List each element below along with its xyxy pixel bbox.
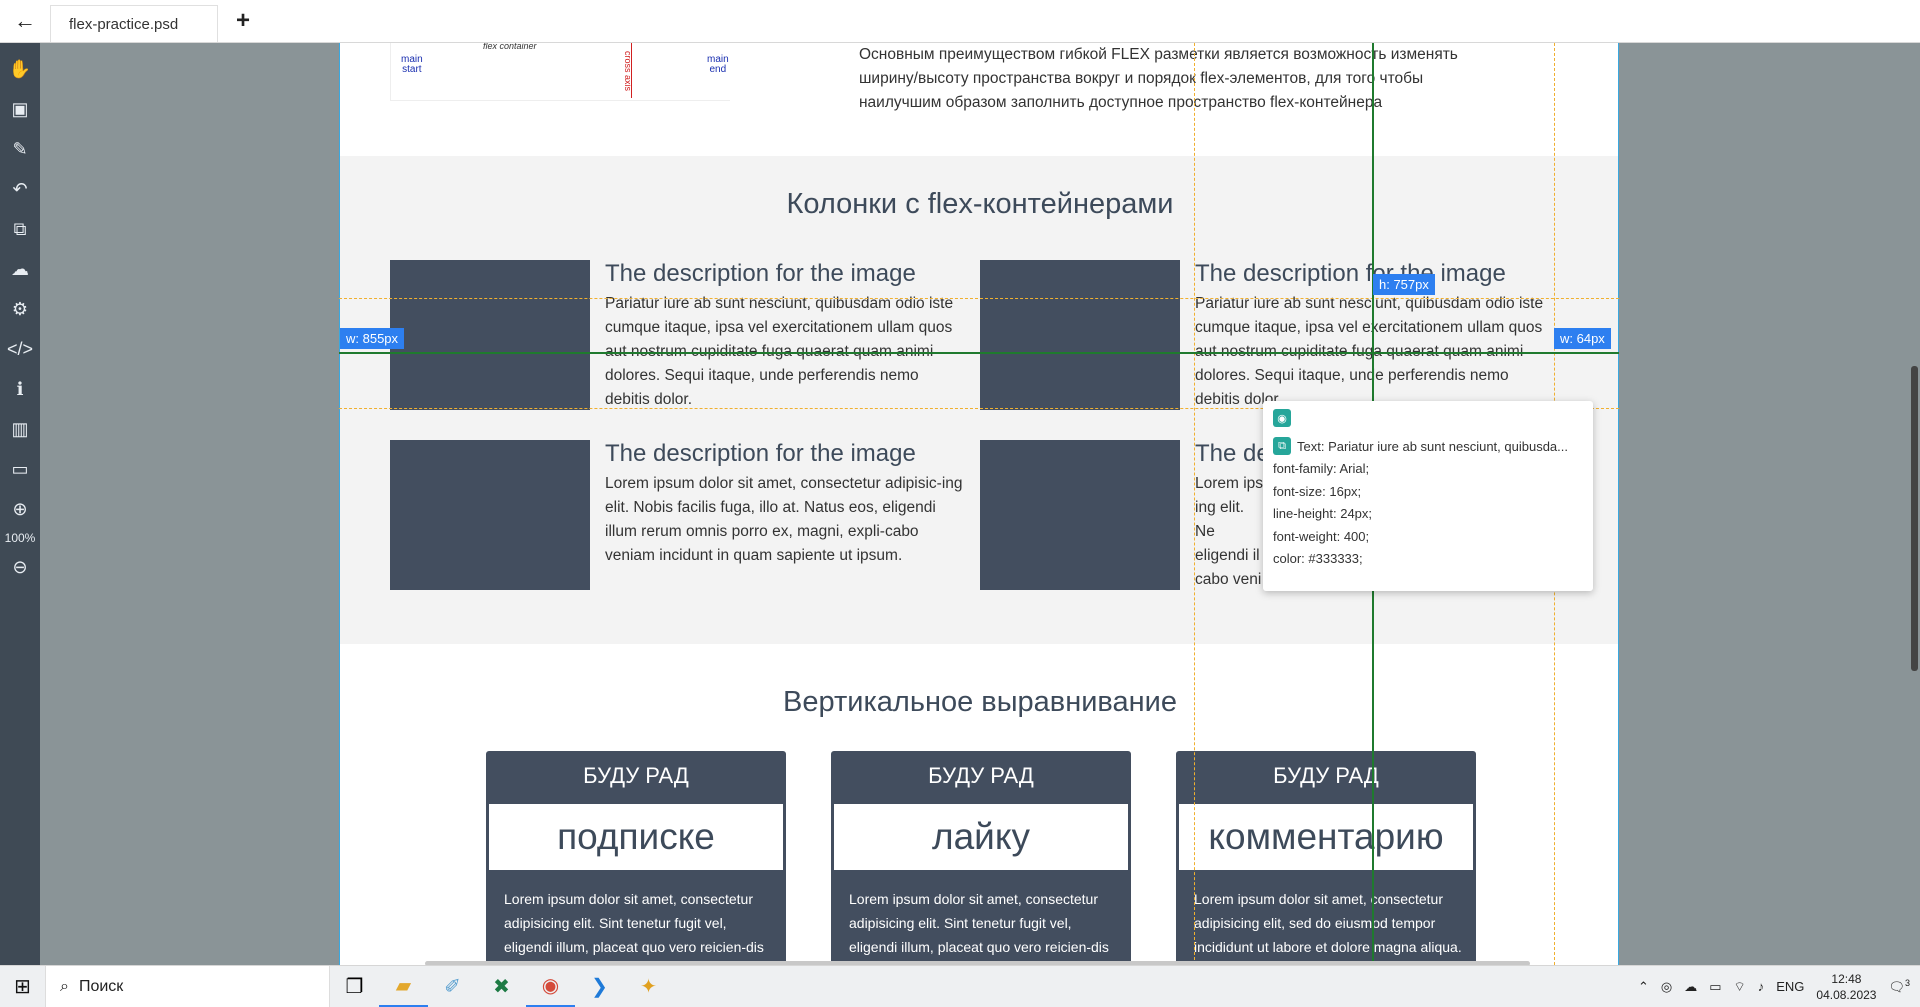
time: 12:48 bbox=[1831, 971, 1862, 986]
box-big-text: лайку bbox=[833, 803, 1129, 871]
cross-axis-label: cross axis bbox=[623, 51, 633, 92]
windows-taskbar: ⊞ ⌕ Поиск ❐ ▰ ✐ ✖ ◉ ❯ ✦ ⌃ ◎ ☁ ▭ ⌔ ♪ ENG … bbox=[0, 965, 1920, 1007]
card-image bbox=[390, 440, 590, 590]
promo-box: БУДУ РАД подписке Lorem ipsum dolor sit … bbox=[486, 751, 786, 965]
card-image bbox=[390, 260, 590, 410]
excel-icon[interactable]: ✖ bbox=[477, 966, 526, 1007]
card-text: Lorem ips ing elit. Ne eligendi il cabo … bbox=[1195, 475, 1264, 588]
box-body: Lorem ipsum dolor sit amet, consectetur … bbox=[504, 891, 764, 965]
back-arrow-icon[interactable]: ← bbox=[0, 0, 50, 42]
intro-section: main start flex container cross axis mai… bbox=[340, 43, 1618, 156]
task-view-icon[interactable]: ❐ bbox=[330, 966, 379, 1007]
money-icon[interactable]: ▭ bbox=[0, 449, 40, 489]
network-icon[interactable]: ◎ bbox=[1661, 979, 1672, 995]
box-head: БУДУ РАД bbox=[583, 763, 689, 788]
transform-icon[interactable]: ⧉ bbox=[0, 209, 40, 249]
artboard-icon[interactable]: ▣ bbox=[0, 89, 40, 129]
left-toolbar: ✋ ▣ ✎ ↶ ⧉ ☁ ⚙ </> ℹ ▥ ▭ ⊕ 100% ⊖ bbox=[0, 43, 40, 965]
wifi-icon[interactable]: ⌔ bbox=[1734, 979, 1746, 995]
main-start-label: main start bbox=[401, 54, 423, 75]
language-indicator[interactable]: ENG bbox=[1776, 979, 1804, 994]
zoom-level: 100% bbox=[4, 531, 36, 545]
card-title: The de bbox=[1195, 440, 1270, 467]
intro-text: Основным преимуществом гибкой FLEX разме… bbox=[859, 46, 1458, 111]
css-prop-line: font-family: Arial; bbox=[1273, 461, 1370, 476]
guide-line-horizontal bbox=[339, 298, 1619, 299]
box-big-text: подписке bbox=[488, 803, 784, 871]
card-image bbox=[980, 440, 1180, 590]
cross-axis: cross axis bbox=[623, 43, 639, 101]
css-prop-line: font-weight: 400; bbox=[1273, 528, 1370, 544]
volume-icon[interactable]: ♪ bbox=[1758, 979, 1765, 994]
taskbar-search[interactable]: ⌕ Поиск bbox=[45, 965, 330, 1007]
code-icon[interactable]: </> bbox=[0, 329, 40, 369]
card-title: The description for the image bbox=[605, 260, 916, 287]
clock[interactable]: 12:48 04.08.2023 bbox=[1816, 971, 1876, 1003]
undo-icon[interactable]: ↶ bbox=[0, 169, 40, 209]
windows-start-icon[interactable]: ⊞ bbox=[0, 966, 45, 1007]
box-head: БУДУ РАД bbox=[928, 763, 1034, 788]
flex-container-label: flex container bbox=[483, 43, 537, 51]
copy-icon[interactable]: ⧉ bbox=[1273, 437, 1291, 455]
tab-bar: ← flex-practice.psd + bbox=[0, 0, 1920, 43]
box-body: Lorem ipsum dolor sit amet, consectetur … bbox=[1194, 891, 1462, 965]
card: The description for the image Pariatur i… bbox=[980, 260, 1543, 410]
paint-icon[interactable]: ✐ bbox=[428, 966, 477, 1007]
css-prop-line: font-size: 16px; bbox=[1273, 483, 1362, 499]
card: The description for the image Pariatur i… bbox=[390, 260, 953, 410]
card-image bbox=[980, 260, 1180, 410]
css-prop-line: line-height: 24px; bbox=[1273, 506, 1373, 521]
columns-title: Колонки с flex-контейнерами bbox=[786, 188, 1174, 220]
style-inspector-tooltip: ◉ ⧉ Text: Pariatur iure ab sunt nesciunt… bbox=[1263, 401, 1593, 591]
chrome-icon[interactable]: ◉ bbox=[526, 966, 575, 1007]
vscode-icon[interactable]: ❯ bbox=[575, 966, 624, 1007]
notification-count: 3 bbox=[1904, 977, 1910, 988]
visibility-icon[interactable]: ◉ bbox=[1273, 409, 1291, 427]
box-head: БУДУ РАД bbox=[1273, 763, 1379, 788]
promo-box: БУДУ РАД комментарию Lorem ipsum dolor s… bbox=[1176, 751, 1476, 965]
css-prop-line: color: #333333; bbox=[1273, 551, 1363, 566]
system-tray: ⌃ ◎ ☁ ▭ ⌔ ♪ ENG 12:48 04.08.2023 🗨3 bbox=[1638, 971, 1920, 1003]
card-text: Lorem ipsum dolor sit amet, consectetur … bbox=[605, 475, 963, 564]
hand-icon[interactable]: ✋ bbox=[0, 49, 40, 89]
width-measure-left: w: 855px bbox=[340, 328, 405, 349]
vertical-title: Вертикальное выравнивание bbox=[783, 686, 1177, 718]
main-end-label: main end bbox=[707, 54, 729, 75]
card: The description for the image Lorem ipsu… bbox=[390, 440, 963, 590]
card-title: The description for the image bbox=[605, 440, 916, 467]
vertical-scrollbar[interactable] bbox=[1911, 366, 1918, 671]
eyedropper-icon[interactable]: ✎ bbox=[0, 129, 40, 169]
vertical-section: Вертикальное выравнивание БУДУ РАД подпи… bbox=[340, 644, 1618, 965]
measure-line-horizontal bbox=[339, 352, 1619, 354]
flex-diagram: main start flex container cross axis mai… bbox=[390, 43, 730, 101]
new-tab-plus-icon[interactable]: + bbox=[218, 0, 268, 42]
gear-icon[interactable]: ⚙ bbox=[0, 289, 40, 329]
search-icon: ⌕ bbox=[60, 977, 69, 995]
tool-icon[interactable]: ✦ bbox=[624, 966, 673, 1007]
guide-line-vertical bbox=[1194, 43, 1195, 965]
date: 04.08.2023 bbox=[1816, 987, 1877, 1002]
battery-icon[interactable]: ▭ bbox=[1709, 979, 1721, 995]
tab-file[interactable]: flex-practice.psd bbox=[50, 5, 218, 42]
chevron-up-icon[interactable]: ⌃ bbox=[1638, 979, 1649, 995]
height-measure: h: 757px bbox=[1373, 274, 1435, 295]
cloud-download-icon[interactable]: ☁ bbox=[0, 249, 40, 289]
search-placeholder: Поиск bbox=[78, 977, 124, 995]
barcode-icon[interactable]: ▥ bbox=[0, 409, 40, 449]
card-title: The description for the image bbox=[1195, 260, 1506, 287]
tab-title: flex-practice.psd bbox=[69, 15, 179, 33]
file-explorer-icon[interactable]: ▰ bbox=[379, 966, 428, 1007]
promo-box: БУДУ РАД лайку Lorem ipsum dolor sit ame… bbox=[831, 751, 1131, 965]
box-body: Lorem ipsum dolor sit amet, consectetur … bbox=[849, 891, 1109, 965]
box-big-text: комментарию bbox=[1178, 803, 1474, 871]
info-icon[interactable]: ℹ bbox=[0, 369, 40, 409]
width-measure-right: w: 64px bbox=[1554, 328, 1611, 349]
zoom-in-icon[interactable]: ⊕ bbox=[0, 489, 40, 529]
notification-icon[interactable]: 🗨3 bbox=[1888, 978, 1910, 995]
tooltip-text-line: Text: Pariatur iure ab sunt nesciunt, qu… bbox=[1297, 438, 1568, 454]
zoom-out-icon[interactable]: ⊖ bbox=[0, 547, 40, 587]
onedrive-icon[interactable]: ☁ bbox=[1684, 979, 1697, 995]
